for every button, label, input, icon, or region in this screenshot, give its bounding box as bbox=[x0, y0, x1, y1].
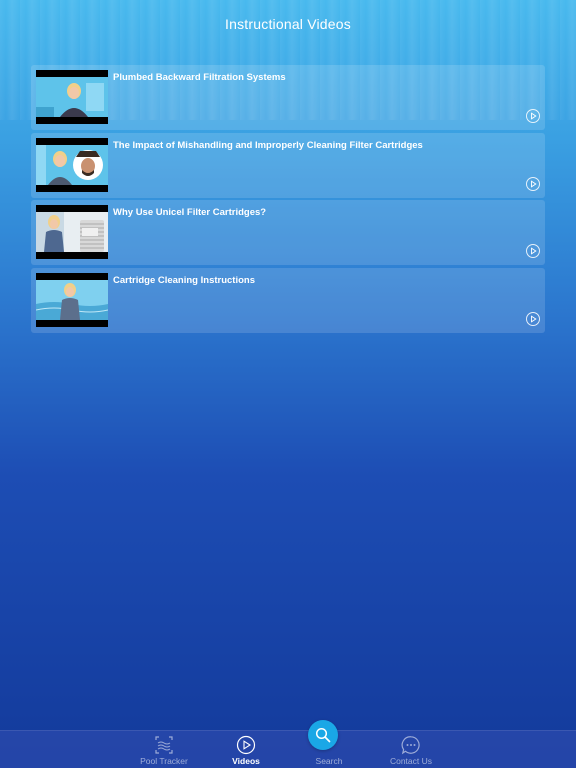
video-thumbnail bbox=[36, 205, 108, 259]
video-thumbnail bbox=[36, 137, 108, 192]
video-title: The Impact of Mishandling and Improperly… bbox=[113, 139, 423, 151]
tab-label: Videos bbox=[232, 756, 260, 766]
video-row[interactable]: Why Use Unicel Filter Cartridges? bbox=[31, 200, 545, 265]
video-row[interactable]: Cartridge Cleaning Instructions bbox=[31, 267, 545, 333]
video-title: Why Use Unicel Filter Cartridges? bbox=[113, 207, 267, 218]
tab-label: Pool Tracker bbox=[140, 756, 188, 766]
tab-videos[interactable]: Videos bbox=[211, 731, 281, 768]
play-icon[interactable] bbox=[526, 244, 540, 258]
tab-label: Contact Us bbox=[389, 756, 433, 766]
play-icon[interactable] bbox=[526, 311, 540, 326]
video-title: Cartridge Cleaning Instructions bbox=[113, 274, 255, 286]
tab-bar: Pool Tracker Videos Search Contact Us bbox=[0, 720, 576, 768]
search-icon bbox=[308, 720, 338, 750]
chat-bubble-icon bbox=[401, 735, 421, 755]
video-thumbnail bbox=[36, 70, 108, 124]
video-row[interactable]: The Impact of Mishandling and Improperly… bbox=[31, 132, 545, 198]
play-icon[interactable] bbox=[526, 176, 540, 191]
tab-contact-us[interactable]: Contact Us bbox=[376, 731, 446, 768]
play-icon[interactable] bbox=[526, 109, 540, 123]
pool-tracker-icon bbox=[154, 735, 174, 755]
video-thumbnail bbox=[36, 272, 108, 327]
video-list: Plumbed Backward Filtration Systems The … bbox=[31, 65, 545, 335]
tab-pool-tracker[interactable]: Pool Tracker bbox=[129, 731, 199, 768]
video-row[interactable]: Plumbed Backward Filtration Systems bbox=[31, 65, 545, 130]
play-circle-icon bbox=[236, 735, 256, 755]
tab-label: Search bbox=[315, 756, 343, 766]
tab-search[interactable]: Search bbox=[294, 720, 364, 768]
page-title: Instructional Videos bbox=[225, 16, 351, 32]
video-title: Plumbed Backward Filtration Systems bbox=[113, 72, 286, 83]
